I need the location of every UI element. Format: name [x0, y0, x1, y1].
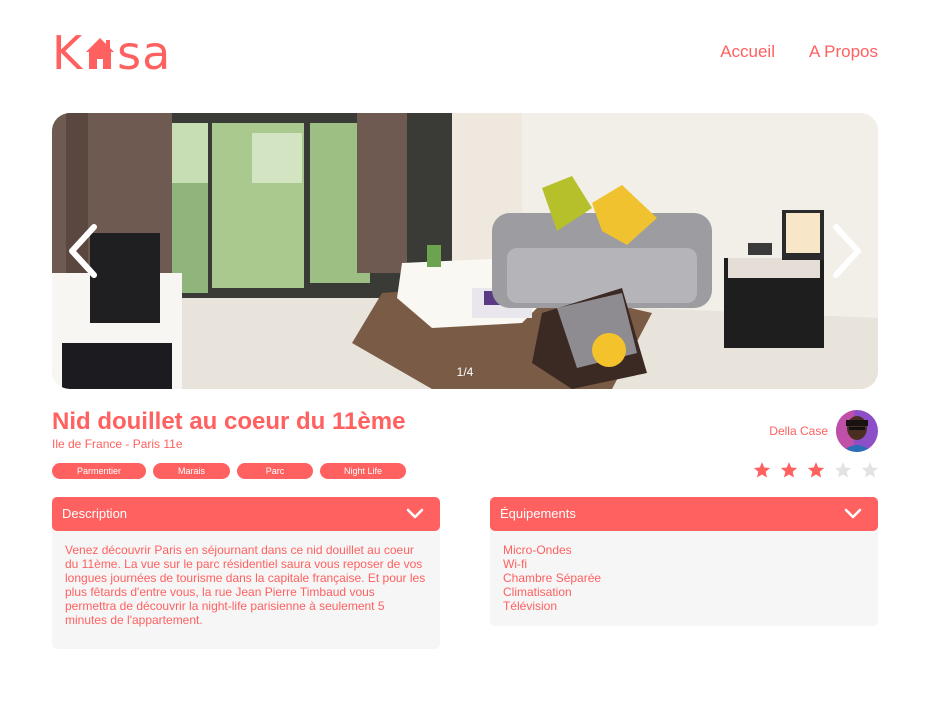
tag: Parmentier	[52, 463, 146, 479]
logo-letters-sa: sa	[117, 26, 172, 80]
nav-about-link[interactable]: A Propos	[809, 42, 878, 62]
site-header: Ksa Accueil A Propos	[52, 28, 878, 80]
avatar-image	[836, 410, 878, 452]
chevron-down-icon[interactable]	[406, 508, 424, 520]
tag: Marais	[153, 463, 230, 479]
chevron-down-icon[interactable]	[844, 508, 862, 520]
host-info: Della Case	[769, 410, 878, 452]
equipment-collapse: Équipements Micro-Ondes Wi-fi Chambre Sé…	[490, 497, 878, 626]
kasa-logo[interactable]: Ksa	[52, 28, 171, 78]
equipment-item: Chambre Séparée	[503, 571, 602, 585]
nav-home-link[interactable]: Accueil	[720, 42, 775, 62]
star-icon	[753, 462, 771, 478]
apartment-photo	[52, 113, 878, 389]
tag-list: Parmentier Marais Parc Night Life	[52, 463, 406, 479]
house-icon	[86, 38, 115, 69]
description-collapse: Description Venez découvrir Paris en séj…	[52, 497, 440, 649]
equipment-item: Wi-fi	[503, 557, 527, 571]
equipment-list: Micro-Ondes Wi-fi Chambre Séparée Climat…	[503, 543, 866, 613]
star-icon	[834, 462, 852, 478]
main-nav: Accueil A Propos	[720, 42, 878, 62]
equipment-item: Climatisation	[503, 585, 572, 599]
star-icon	[861, 462, 879, 478]
chevron-left-icon[interactable]	[64, 221, 104, 281]
star-icon	[807, 462, 825, 478]
chevron-right-icon[interactable]	[826, 221, 866, 281]
host-avatar	[836, 410, 878, 452]
slide-counter: 1/4	[456, 365, 474, 379]
photo-carousel: 1/4	[52, 113, 878, 389]
equipment-item: Télévision	[503, 599, 558, 613]
listing-title: Nid douillet au coeur du 11ème	[52, 408, 406, 435]
host-name: Della Case	[769, 424, 828, 438]
logo-letter-k: K	[52, 26, 84, 80]
equipment-label: Équipements	[500, 506, 576, 521]
rating-stars	[753, 461, 879, 479]
description-label: Description	[62, 506, 128, 521]
star-icon	[780, 462, 798, 478]
tag: Parc	[237, 463, 313, 479]
description-toggle[interactable]: Description	[52, 497, 440, 531]
equipment-toggle[interactable]: Équipements	[490, 497, 878, 531]
tag: Night Life	[320, 463, 406, 479]
equipment-item: Micro-Ondes	[503, 543, 572, 557]
listing-location: Ile de France - Paris 11e	[52, 437, 183, 451]
description-text: Venez découvrir Paris en séjournant dans…	[52, 527, 440, 649]
equipment-panel: Micro-Ondes Wi-fi Chambre Séparée Climat…	[490, 527, 878, 626]
